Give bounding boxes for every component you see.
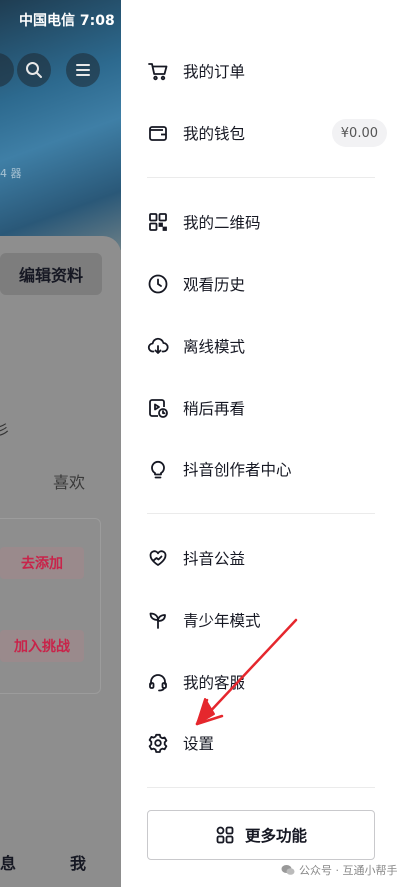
menu-item-customer-service[interactable]: 我的客服 [147,664,387,700]
menu-item-charity[interactable]: 抖音公益 [147,540,387,576]
nav-messages[interactable]: 息 [0,850,16,874]
profile-header-background [0,0,121,250]
gear-icon [147,732,169,754]
menu-item-watch-history[interactable]: 观看历史 [147,266,387,302]
add-button[interactable]: 去添加 [0,547,84,579]
menu-item-wallet[interactable]: 我的钱包 ¥0.00 [147,115,387,151]
menu-button[interactable] [66,53,100,87]
tab-likes[interactable]: 喜欢 [53,469,85,493]
join-challenge-button[interactable]: 加入挑战 [0,630,84,662]
menu-item-label: 我的客服 [183,674,246,692]
more-features-label: 更多功能 [244,827,307,845]
hamburger-icon [76,64,90,76]
grid-icon [216,826,234,844]
challenge-card [0,518,101,694]
menu-item-label: 抖音创作者中心 [183,461,292,479]
status-bar-carrier-time: 中国电信 7:08 [19,13,115,29]
wallet-balance-badge: ¥0.00 [331,119,387,147]
clock-icon [147,273,169,295]
faint-count-text: 4 器 [0,167,22,180]
lightbulb-icon [147,458,169,480]
menu-item-label: 抖音公益 [183,550,246,568]
divider [147,787,375,788]
watch-later-icon [147,397,169,419]
bottom-navigation [0,820,121,887]
wechat-icon [281,865,295,875]
edit-profile-button[interactable]: 编辑资料 [0,253,102,295]
menu-item-label: 青少年模式 [183,612,261,630]
menu-item-orders[interactable]: 我的订单 [147,53,387,89]
menu-item-label: 我的订单 [183,63,246,81]
menu-item-qr-code[interactable]: 我的二维码 [147,204,387,240]
watermark: 公众号 · 互通小帮手 [281,862,398,878]
cart-icon [147,60,169,82]
divider [147,177,375,178]
nav-me[interactable]: 我 [70,850,86,874]
menu-item-label: 我的钱包 [183,125,246,143]
menu-item-label: 我的二维码 [183,214,261,232]
sprout-icon [147,609,169,631]
dimmed-profile-page[interactable]: 中国电信 7:08 4 器 编辑资料 彡 喜欢 去添加 加入挑战 息 我 [0,0,121,887]
qr-code-icon [147,211,169,233]
cloud-download-icon [147,335,169,357]
side-drawer: 我的订单 我的钱包 ¥0.00 我的二维码 观看历史 离线模式 稍后再看 抖音创… [121,0,399,887]
menu-item-label: 设置 [183,735,215,753]
watermark-text: 公众号 · 互通小帮手 [299,864,398,877]
wallet-icon [147,122,169,144]
menu-item-label: 稍后再看 [183,400,246,418]
menu-item-label: 观看历史 [183,276,246,294]
menu-item-offline-mode[interactable]: 离线模式 [147,328,387,364]
menu-item-teen-mode[interactable]: 青少年模式 [147,602,387,638]
menu-item-settings[interactable]: 设置 [147,725,387,761]
menu-item-label: 离线模式 [183,338,246,356]
divider [147,513,375,514]
search-icon [26,62,42,78]
search-button[interactable] [17,53,51,87]
menu-item-watch-later[interactable]: 稍后再看 [147,390,387,426]
menu-item-creator-center[interactable]: 抖音创作者中心 [147,451,387,487]
heart-hands-icon [147,547,169,569]
partial-text: 彡 [0,423,10,439]
more-features-button[interactable]: 更多功能 [147,810,375,860]
headset-icon [147,671,169,693]
